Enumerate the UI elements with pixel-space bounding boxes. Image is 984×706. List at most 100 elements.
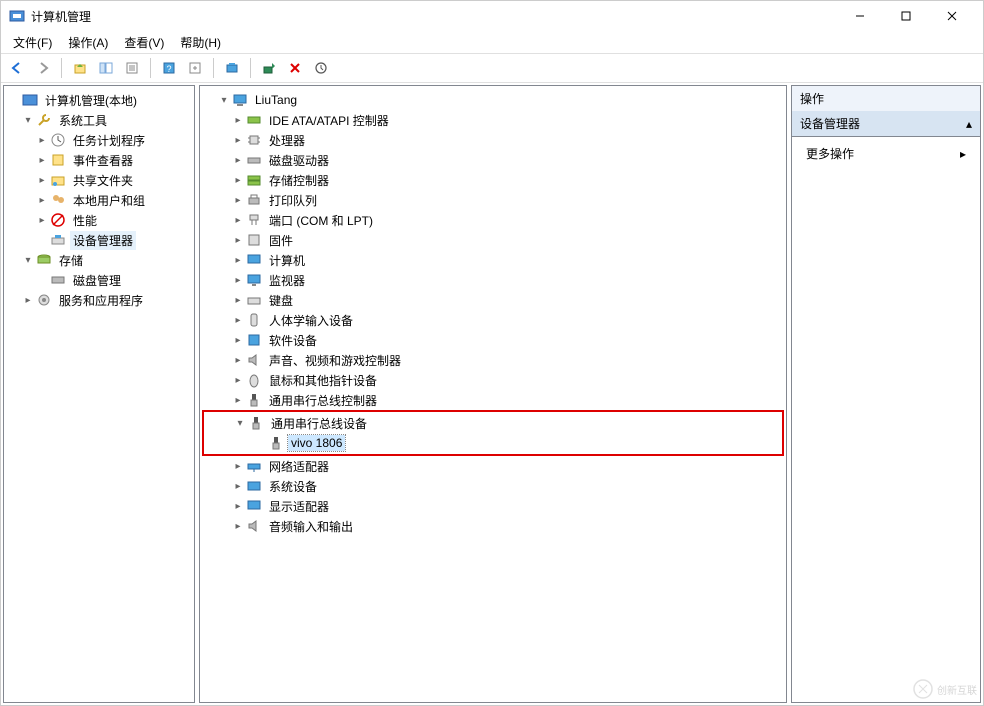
keyboard-icon bbox=[246, 292, 262, 308]
expand-icon[interactable]: ▸ bbox=[230, 255, 246, 266]
enable-button[interactable] bbox=[257, 56, 281, 80]
dev-ide[interactable]: ▸IDE ATA/ATAPI 控制器 bbox=[202, 110, 784, 130]
dev-hid[interactable]: ▸人体学输入设备 bbox=[202, 310, 784, 330]
expand-icon[interactable]: ▸ bbox=[230, 235, 246, 246]
menu-help[interactable]: 帮助(H) bbox=[172, 32, 229, 53]
expand-icon[interactable]: ▸ bbox=[34, 155, 50, 166]
minimize-button[interactable] bbox=[837, 1, 883, 31]
actions-context-label: 设备管理器 bbox=[800, 115, 860, 132]
dev-usbctrl[interactable]: ▸通用串行总线控制器 bbox=[202, 390, 784, 410]
close-button[interactable] bbox=[929, 1, 975, 31]
dev-cpu[interactable]: ▸处理器 bbox=[202, 130, 784, 150]
disk-icon bbox=[50, 272, 66, 288]
show-hide-tree-button[interactable] bbox=[94, 56, 118, 80]
tree-eventviewer[interactable]: ▸事件查看器 bbox=[6, 150, 192, 170]
dev-monitor[interactable]: ▸监视器 bbox=[202, 270, 784, 290]
dev-sysdev[interactable]: ▸系统设备 bbox=[202, 476, 784, 496]
tree-shared[interactable]: ▸共享文件夹 bbox=[6, 170, 192, 190]
update-driver-button[interactable] bbox=[309, 56, 333, 80]
computer-mgmt-icon bbox=[22, 92, 38, 108]
help-button[interactable]: ? bbox=[157, 56, 181, 80]
expand-icon[interactable]: ▸ bbox=[230, 461, 246, 472]
collapse-icon[interactable]: ▾ bbox=[20, 115, 36, 126]
audio-icon bbox=[246, 518, 262, 534]
expand-icon[interactable]: ▸ bbox=[230, 155, 246, 166]
window-title: 计算机管理 bbox=[31, 8, 91, 25]
expand-icon[interactable]: ▸ bbox=[230, 355, 246, 366]
dev-netadapter[interactable]: ▸网络适配器 bbox=[202, 456, 784, 476]
pc-icon bbox=[246, 252, 262, 268]
expand-icon[interactable]: ▸ bbox=[230, 501, 246, 512]
expand-icon[interactable]: ▸ bbox=[230, 275, 246, 286]
dev-printqueue[interactable]: ▸打印队列 bbox=[202, 190, 784, 210]
tree-storage[interactable]: ▾存储 bbox=[6, 250, 192, 270]
forward-button[interactable] bbox=[31, 56, 55, 80]
collapse-icon[interactable]: ▾ bbox=[216, 95, 232, 106]
properties-button[interactable] bbox=[120, 56, 144, 80]
dev-display[interactable]: ▸显示适配器 bbox=[202, 496, 784, 516]
tree-root-local[interactable]: 计算机管理(本地) bbox=[6, 90, 192, 110]
dev-keyboard[interactable]: ▸键盘 bbox=[202, 290, 784, 310]
collapse-icon[interactable]: ▾ bbox=[20, 255, 36, 266]
tree-localusers[interactable]: ▸本地用户和组 bbox=[6, 190, 192, 210]
svg-text:?: ? bbox=[166, 64, 171, 74]
mouse-icon bbox=[246, 372, 262, 388]
software-icon bbox=[246, 332, 262, 348]
back-button[interactable] bbox=[5, 56, 29, 80]
dev-storagectrl[interactable]: ▸存储控制器 bbox=[202, 170, 784, 190]
expand-icon[interactable]: ▸ bbox=[20, 295, 36, 306]
expand-icon[interactable]: ▸ bbox=[34, 135, 50, 146]
menu-action[interactable]: 操作(A) bbox=[60, 32, 116, 53]
dev-diskdrive[interactable]: ▸磁盘驱动器 bbox=[202, 150, 784, 170]
expand-icon[interactable]: ▸ bbox=[230, 481, 246, 492]
expand-icon[interactable]: ▸ bbox=[34, 175, 50, 186]
expand-icon[interactable]: ▸ bbox=[230, 215, 246, 226]
expand-icon[interactable]: ▸ bbox=[230, 175, 246, 186]
scan-button[interactable] bbox=[220, 56, 244, 80]
expand-icon[interactable]: ▸ bbox=[230, 395, 246, 406]
expand-icon[interactable]: ▸ bbox=[230, 315, 246, 326]
dev-usbdev[interactable]: ▾通用串行总线设备 bbox=[204, 413, 782, 433]
collapse-icon[interactable]: ▾ bbox=[232, 418, 248, 429]
expand-icon[interactable]: ▸ bbox=[230, 195, 246, 206]
event-icon bbox=[50, 152, 66, 168]
dev-root[interactable]: ▾LiuTang bbox=[202, 90, 784, 110]
services-icon bbox=[36, 292, 52, 308]
tree-perf[interactable]: ▸性能 bbox=[6, 210, 192, 230]
dev-ports[interactable]: ▸端口 (COM 和 LPT) bbox=[202, 210, 784, 230]
menu-file[interactable]: 文件(F) bbox=[5, 32, 60, 53]
actions-context[interactable]: 设备管理器 ▴ bbox=[791, 111, 981, 137]
export-button[interactable] bbox=[183, 56, 207, 80]
app-icon bbox=[9, 8, 25, 24]
actions-header: 操作 bbox=[791, 85, 981, 111]
expand-icon[interactable]: ▸ bbox=[230, 335, 246, 346]
expand-icon[interactable]: ▸ bbox=[230, 135, 246, 146]
tree-systools[interactable]: ▾系统工具 bbox=[6, 110, 192, 130]
dev-audioio[interactable]: ▸音频输入和输出 bbox=[202, 516, 784, 536]
dev-computer[interactable]: ▸计算机 bbox=[202, 250, 784, 270]
left-tree[interactable]: 计算机管理(本地) ▾系统工具 ▸任务计划程序 ▸事件查看器 ▸共享文件夹 ▸本… bbox=[4, 86, 194, 314]
expand-icon[interactable]: ▸ bbox=[230, 115, 246, 126]
expand-icon[interactable]: ▸ bbox=[34, 195, 50, 206]
dev-usbdev-vivo[interactable]: vivo 1806 bbox=[204, 433, 782, 453]
drive-icon bbox=[246, 152, 262, 168]
device-tree[interactable]: ▾LiuTang ▸IDE ATA/ATAPI 控制器 ▸处理器 ▸磁盘驱动器 … bbox=[200, 86, 786, 540]
uninstall-button[interactable] bbox=[283, 56, 307, 80]
tree-scheduler[interactable]: ▸任务计划程序 bbox=[6, 130, 192, 150]
expand-icon[interactable]: ▸ bbox=[230, 375, 246, 386]
dev-sound[interactable]: ▸声音、视频和游戏控制器 bbox=[202, 350, 784, 370]
menu-view[interactable]: 查看(V) bbox=[116, 32, 172, 53]
dev-firmware[interactable]: ▸固件 bbox=[202, 230, 784, 250]
expand-icon[interactable]: ▸ bbox=[230, 521, 246, 532]
tree-diskmgmt[interactable]: 磁盘管理 bbox=[6, 270, 192, 290]
dev-software[interactable]: ▸软件设备 bbox=[202, 330, 784, 350]
dev-mouse[interactable]: ▸鼠标和其他指针设备 bbox=[202, 370, 784, 390]
expand-icon[interactable]: ▸ bbox=[230, 295, 246, 306]
expand-icon[interactable]: ▸ bbox=[34, 215, 50, 226]
tree-services[interactable]: ▸服务和应用程序 bbox=[6, 290, 192, 310]
up-button[interactable] bbox=[68, 56, 92, 80]
tree-devicemanager[interactable]: 设备管理器 bbox=[6, 230, 192, 250]
maximize-button[interactable] bbox=[883, 1, 929, 31]
sysdev-icon bbox=[246, 478, 262, 494]
action-more[interactable]: 更多操作 ▸ bbox=[798, 143, 974, 164]
